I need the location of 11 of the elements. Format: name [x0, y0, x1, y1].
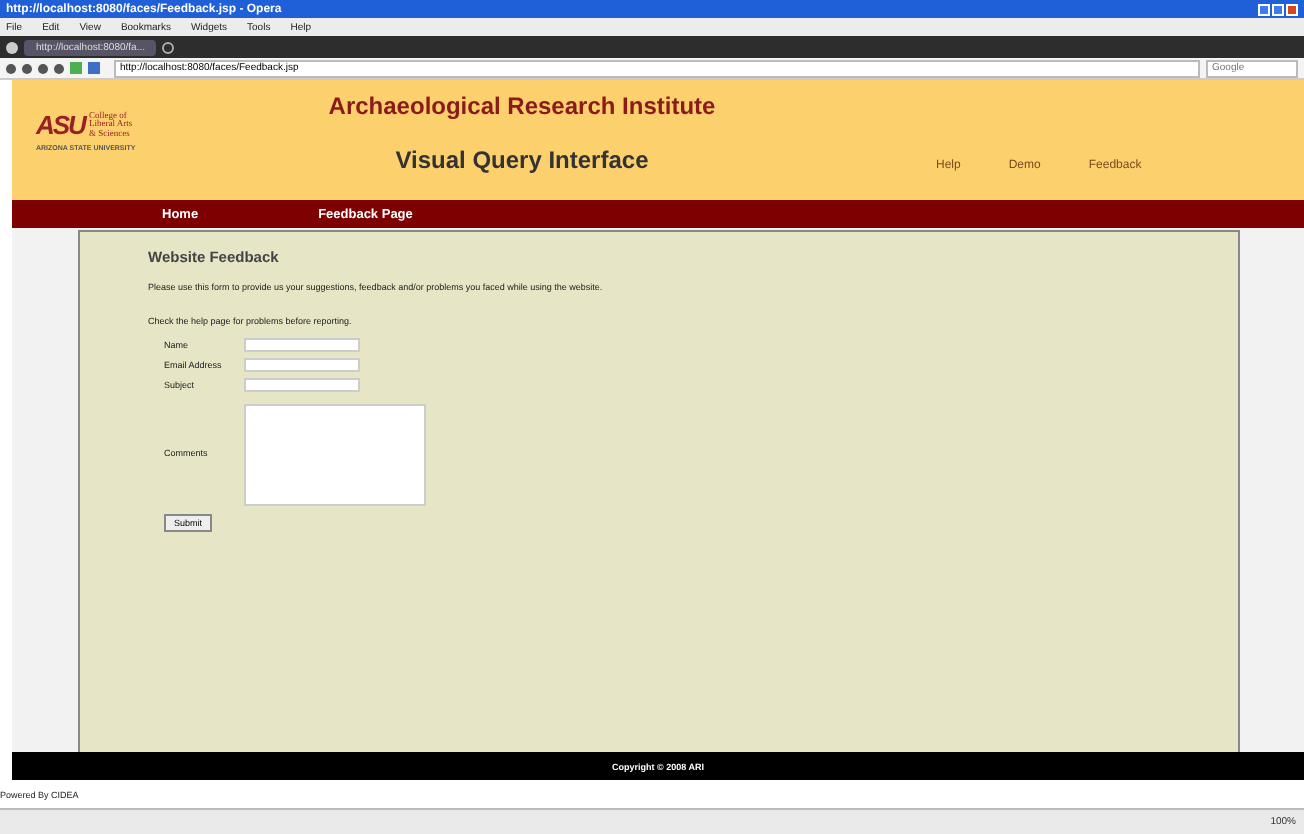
comments-field[interactable]	[244, 404, 426, 506]
site-title: Archaeological Research Institute	[328, 92, 716, 120]
minimize-button[interactable]	[1258, 3, 1270, 15]
new-tab-button[interactable]	[162, 41, 175, 53]
text-field[interactable]	[244, 338, 360, 352]
text-field[interactable]	[244, 358, 360, 372]
site-subtitle: Visual Query Interface	[395, 146, 649, 174]
close-button[interactable]	[1286, 3, 1298, 15]
maximize-button[interactable]	[1272, 3, 1284, 15]
logo-mark: ASU	[36, 110, 85, 140]
text-field[interactable]	[244, 378, 360, 392]
